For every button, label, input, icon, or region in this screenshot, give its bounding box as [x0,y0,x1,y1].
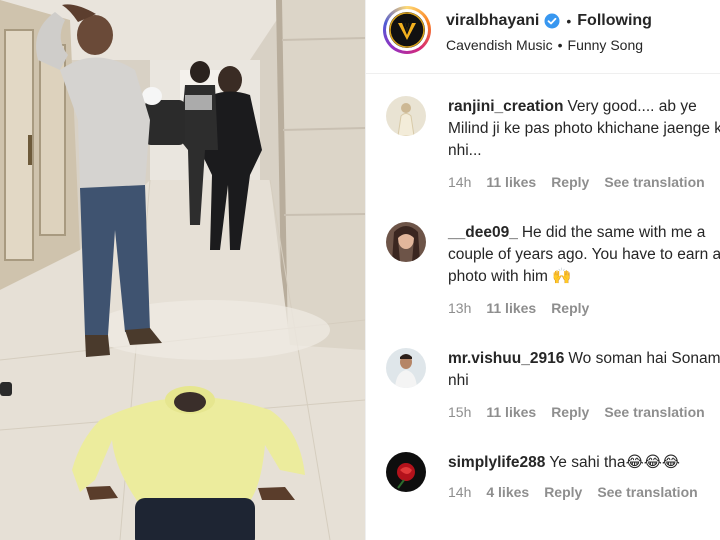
comment-username[interactable]: ranjini_creation [448,98,563,115]
comment-likes[interactable]: 11 likes [486,300,536,316]
comment-username[interactable]: simplylife288 [448,454,545,471]
see-translation-button[interactable]: See translation [597,484,697,500]
comment-likes[interactable]: 11 likes [486,174,536,190]
comment-likes[interactable]: 11 likes [486,404,536,420]
post-header: viralbhayani • Following Cavendish Music… [366,0,720,74]
comment-likes[interactable]: 4 likes [486,484,529,500]
commenter-avatar[interactable] [386,348,426,388]
reply-button[interactable]: Reply [551,300,589,316]
verified-badge-icon [544,13,560,29]
see-translation-button[interactable]: See translation [604,174,704,190]
comment-time[interactable]: 14h [448,484,471,500]
commenter-avatar[interactable] [386,96,426,136]
comment-time[interactable]: 13h [448,300,471,316]
comment-username[interactable]: mr.vishuu_2916 [448,350,564,367]
comment-username[interactable]: __dee09_ [448,224,518,241]
following-button[interactable]: Following [577,12,652,30]
audio-info: Cavendish Music • Funny Song [446,37,643,53]
commenter-avatar[interactable] [386,452,426,492]
commenter-avatar[interactable] [386,222,426,262]
audio-separator: • [557,37,563,53]
reply-button[interactable]: Reply [551,174,589,190]
comments-panel: viralbhayani • Following Cavendish Music… [365,0,720,540]
author-avatar[interactable] [383,6,431,54]
audio-track[interactable]: Funny Song [568,37,644,53]
comment-time[interactable]: 15h [448,404,471,420]
comment-time[interactable]: 14h [448,174,471,190]
reply-button[interactable]: Reply [544,484,582,500]
reply-button[interactable]: Reply [551,404,589,420]
post-media[interactable] [0,0,365,540]
see-translation-button[interactable]: See translation [604,404,704,420]
post-photo [0,0,365,540]
comment-text: Ye sahi tha😂😂😂 [549,454,680,471]
header-separator: • [566,13,572,29]
author-username[interactable]: viralbhayani [446,12,539,30]
header-title-row: viralbhayani • Following [446,11,652,31]
viral-logo-icon [389,12,425,48]
audio-artist[interactable]: Cavendish Music [446,37,553,53]
